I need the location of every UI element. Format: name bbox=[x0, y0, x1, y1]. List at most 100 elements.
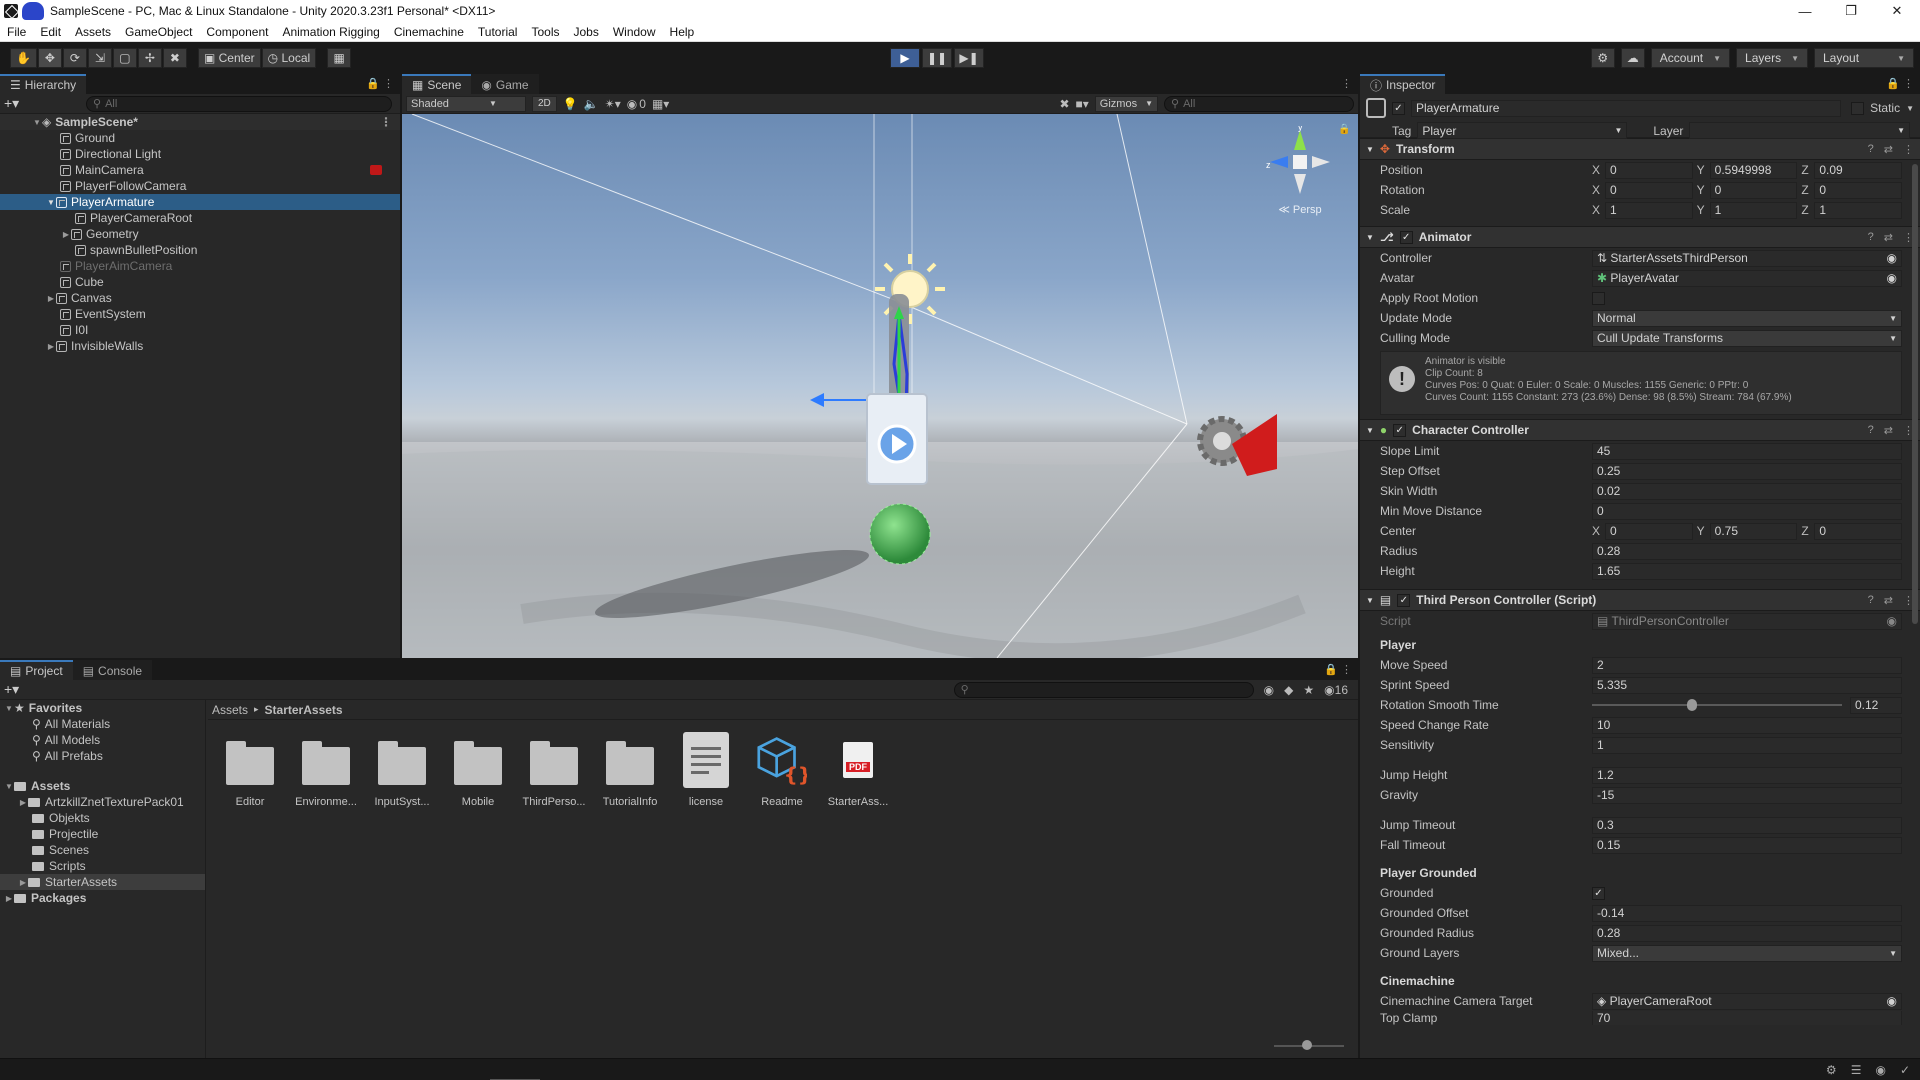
asset-item[interactable]: InputSyst... bbox=[372, 732, 432, 808]
packages-row[interactable]: ▶ Packages bbox=[0, 890, 205, 906]
tree-item-i0i[interactable]: I0I bbox=[0, 322, 400, 338]
fold-arrow-icon[interactable]: ▼ bbox=[1366, 233, 1374, 242]
top-clamp-field[interactable]: 70 bbox=[1592, 1011, 1902, 1025]
tree-item-cube[interactable]: Cube bbox=[0, 274, 400, 290]
asset-item[interactable]: {} Readme bbox=[752, 732, 812, 808]
rotation-smooth-field[interactable]: 0.12 bbox=[1850, 696, 1902, 714]
rotation-x-field[interactable]: 0 bbox=[1605, 181, 1693, 199]
fold-arrow-icon[interactable]: ▼ bbox=[1366, 145, 1374, 154]
scene-menu-icon[interactable]: ⋮ bbox=[380, 115, 392, 129]
folder-row[interactable]: Scripts bbox=[0, 858, 205, 874]
pause-button[interactable]: ❚❚ bbox=[922, 48, 952, 68]
expand-arrow-icon[interactable]: ▼ bbox=[4, 704, 14, 713]
position-x-field[interactable]: 0 bbox=[1605, 161, 1693, 179]
asset-item[interactable]: license bbox=[676, 732, 736, 808]
slider-thumb[interactable] bbox=[1302, 1040, 1312, 1050]
grounded-offset-field[interactable]: -0.14 bbox=[1592, 904, 1902, 922]
tree-item-playeraimcamera[interactable]: PlayerAimCamera bbox=[0, 258, 400, 274]
panel-menu-icon[interactable]: 🔒 ⋮ bbox=[366, 77, 394, 90]
favorite-item[interactable]: ⚲ All Models bbox=[0, 732, 205, 748]
rotation-smooth-slider[interactable] bbox=[1592, 699, 1842, 711]
tab-console[interactable]: ▤ Console bbox=[72, 660, 153, 680]
breadcrumb-item[interactable]: Assets bbox=[212, 703, 248, 717]
scale-y-field[interactable]: 1 bbox=[1709, 201, 1798, 219]
collapse-arrow-icon[interactable]: ▶ bbox=[18, 878, 28, 887]
scale-x-field[interactable]: 1 bbox=[1605, 201, 1693, 219]
favorite-star-icon[interactable]: ★ bbox=[1303, 683, 1314, 697]
collapse-arrow-icon[interactable]: ▶ bbox=[4, 894, 14, 903]
step-offset-field[interactable]: 0.25 bbox=[1592, 462, 1902, 480]
tab-hierarchy[interactable]: ☰ Hierarchy bbox=[0, 74, 87, 94]
jump-timeout-field[interactable]: 0.3 bbox=[1592, 816, 1902, 834]
skin-width-field[interactable]: 0.02 bbox=[1592, 482, 1902, 500]
speed-change-field[interactable]: 10 bbox=[1592, 716, 1902, 734]
jump-height-field[interactable]: 1.2 bbox=[1592, 766, 1902, 784]
tree-item-invisiblewalls[interactable]: ▶ InvisibleWalls bbox=[0, 338, 400, 354]
favorite-item[interactable]: ⚲ All Materials bbox=[0, 716, 205, 732]
lock-icon[interactable]: 🔒 bbox=[1338, 124, 1350, 135]
asset-item[interactable]: Mobile bbox=[448, 732, 508, 808]
expand-arrow-icon[interactable]: ▼ bbox=[32, 118, 42, 127]
tree-item-ground[interactable]: Ground bbox=[0, 130, 400, 146]
collapse-arrow-icon[interactable]: ▶ bbox=[61, 230, 71, 239]
tree-item-maincamera[interactable]: MainCamera bbox=[0, 162, 400, 178]
cache-server-icon[interactable]: ✓ bbox=[1900, 1063, 1910, 1077]
maximize-icon[interactable]: ❐ bbox=[1828, 0, 1874, 22]
folder-row[interactable]: Scenes bbox=[0, 842, 205, 858]
pivot-local-button[interactable]: ◷ Local bbox=[261, 48, 317, 68]
panel-menu-icon[interactable]: 🔒 ⋮ bbox=[1886, 77, 1914, 90]
fold-arrow-icon[interactable]: ▼ bbox=[1366, 596, 1374, 605]
asset-item[interactable]: ThirdPerso... bbox=[523, 732, 585, 808]
camera-target-field[interactable]: ◈ PlayerCameraRoot ◉ bbox=[1592, 992, 1902, 1010]
fold-arrow-icon[interactable]: ▼ bbox=[1366, 426, 1374, 435]
center-z-field[interactable]: 0 bbox=[1814, 522, 1903, 540]
camera-settings-icon[interactable]: ■▾ bbox=[1076, 97, 1089, 111]
object-picker-icon[interactable]: ◉ bbox=[1887, 271, 1897, 285]
collapse-arrow-icon[interactable]: ▶ bbox=[46, 342, 56, 351]
tree-item-spawnbulletposition[interactable]: spawnBulletPosition bbox=[0, 242, 400, 258]
help-icon[interactable]: ? bbox=[1868, 594, 1874, 607]
preset-icon[interactable]: ⇄ bbox=[1884, 424, 1893, 437]
asset-item[interactable]: PDF StarterAss... bbox=[828, 732, 888, 808]
menu-assets[interactable]: Assets bbox=[68, 25, 118, 39]
tab-inspector[interactable]: ⓘ Inspector bbox=[1360, 74, 1446, 94]
menu-gameobject[interactable]: GameObject bbox=[118, 25, 199, 39]
panel-menu-icon[interactable]: 🔒 ⋮ bbox=[1324, 663, 1352, 676]
collapse-arrow-icon[interactable]: ▶ bbox=[46, 294, 56, 303]
expand-arrow-icon[interactable]: ▼ bbox=[4, 782, 14, 791]
move-speed-field[interactable]: 2 bbox=[1592, 656, 1902, 674]
tree-item-geometry[interactable]: ▶ Geometry bbox=[0, 226, 400, 242]
tree-item-eventsystem[interactable]: EventSystem bbox=[0, 306, 400, 322]
filter-by-label-icon[interactable]: ◆ bbox=[1284, 683, 1293, 697]
preset-icon[interactable]: ⇄ bbox=[1884, 143, 1893, 156]
height-field[interactable]: 1.65 bbox=[1592, 562, 1902, 580]
grounded-radius-field[interactable]: 0.28 bbox=[1592, 924, 1902, 942]
avatar-field[interactable]: ✱ PlayerAvatar ◉ bbox=[1592, 269, 1902, 287]
tpc-header[interactable]: ▼ ▤ ✓ Third Person Controller (Script) ?… bbox=[1360, 589, 1920, 611]
orientation-gizmo[interactable]: z y ≪ Persp bbox=[1264, 122, 1336, 216]
transform-tool-icon[interactable]: ✢ bbox=[137, 48, 162, 68]
radius-field[interactable]: 0.28 bbox=[1592, 542, 1902, 560]
animator-header[interactable]: ▼ ⎇ ✓ Animator ? ⇄ ⋮ bbox=[1360, 226, 1920, 248]
filter-by-type-icon[interactable]: ◉ bbox=[1264, 683, 1274, 697]
rect-tool-icon[interactable]: ▢ bbox=[112, 48, 137, 68]
menu-jobs[interactable]: Jobs bbox=[566, 25, 605, 39]
help-icon[interactable]: ? bbox=[1868, 143, 1874, 156]
menu-window[interactable]: Window bbox=[606, 25, 663, 39]
fall-timeout-field[interactable]: 0.15 bbox=[1592, 836, 1902, 854]
create-asset-button[interactable]: +▾ bbox=[4, 681, 26, 698]
grid-toggle-icon[interactable]: ▦▾ bbox=[652, 97, 669, 111]
animator-enabled-checkbox[interactable]: ✓ bbox=[1399, 230, 1413, 244]
menu-component[interactable]: Component bbox=[199, 25, 275, 39]
object-picker-icon[interactable]: ◉ bbox=[1887, 994, 1897, 1008]
ground-layers-dropdown[interactable]: Mixed... ▼ bbox=[1592, 944, 1902, 962]
min-move-field[interactable]: 0 bbox=[1592, 502, 1902, 520]
slope-limit-field[interactable]: 45 bbox=[1592, 442, 1902, 460]
hidden-objects-toggle[interactable]: ◉ 0 bbox=[627, 97, 646, 111]
breadcrumb-item[interactable]: StarterAssets bbox=[265, 703, 343, 717]
grid-snap-icon[interactable]: ▦ bbox=[327, 48, 352, 68]
menu-file[interactable]: File bbox=[0, 25, 33, 39]
layers-dropdown[interactable]: Layers ▼ bbox=[1736, 48, 1808, 68]
help-icon[interactable]: ? bbox=[1868, 231, 1874, 244]
character-controller-header[interactable]: ▼ ● ✓ Character Controller ? ⇄ ⋮ bbox=[1360, 419, 1920, 441]
